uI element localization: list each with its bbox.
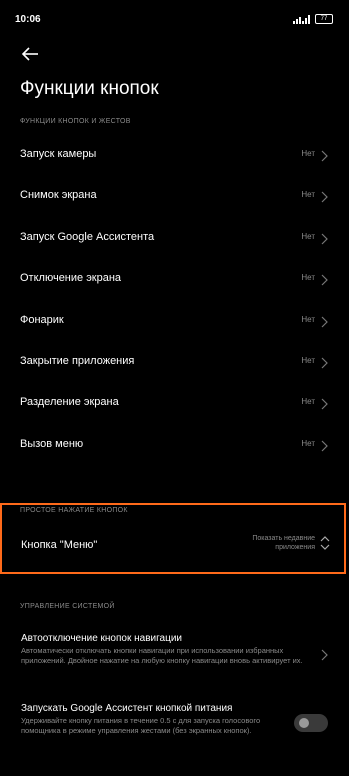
chevron-right-icon xyxy=(321,398,328,410)
chevron-right-icon xyxy=(321,649,328,661)
auto-disable-description: Автоматически отключать кнопки навигации… xyxy=(21,646,303,665)
setting-label: Закрытие приложения xyxy=(20,355,135,367)
setting-row-split-screen[interactable]: Разделение экрана Нет xyxy=(0,384,349,424)
chevron-right-icon xyxy=(321,440,328,452)
setting-label: Фонарик xyxy=(20,314,64,326)
setting-label: Запуск камеры xyxy=(20,148,97,160)
menu-button-label: Кнопка "Меню" xyxy=(21,539,98,551)
toggle-knob xyxy=(299,718,309,728)
setting-row-camera[interactable]: Запуск камеры Нет xyxy=(0,136,349,176)
setting-value: Нет xyxy=(301,356,315,365)
chevron-right-icon xyxy=(321,233,328,245)
chevron-right-icon xyxy=(321,357,328,369)
assistant-power-description: Удерживайте кнопку питания в течение 0.5… xyxy=(21,716,261,735)
assistant-power-toggle[interactable] xyxy=(294,714,328,732)
setting-label: Вызов меню xyxy=(20,438,84,450)
setting-row-call-menu[interactable]: Вызов меню Нет xyxy=(0,426,349,466)
setting-value: Нет xyxy=(301,273,315,282)
setting-row-screen-off[interactable]: Отключение экрана Нет xyxy=(0,260,349,300)
chevron-right-icon xyxy=(321,274,328,286)
setting-label: Разделение экрана xyxy=(20,396,119,408)
section-header-simple-press: ПРОСТОЕ НАЖАТИЕ КНОПОК xyxy=(20,507,128,514)
page-title: Функции кнопок xyxy=(20,78,159,99)
setting-label: Запуск Google Ассистента xyxy=(20,231,155,243)
battery-icon: 77 xyxy=(315,14,333,24)
setting-value: Нет xyxy=(301,439,315,448)
status-bar: 10:06 77 xyxy=(0,0,349,40)
setting-value: Нет xyxy=(301,149,315,158)
back-arrow-icon[interactable] xyxy=(20,44,40,64)
dropdown-arrows-icon xyxy=(320,536,330,550)
setting-row-close-app[interactable]: Закрытие приложения Нет xyxy=(0,343,349,383)
chevron-right-icon xyxy=(321,191,328,203)
assistant-power-title: Запускать Google Ассистент кнопкой питан… xyxy=(21,703,233,714)
setting-label: Снимок экрана xyxy=(20,189,97,201)
setting-value: Нет xyxy=(301,232,315,241)
setting-value: Нет xyxy=(301,190,315,199)
status-icons: 77 xyxy=(293,14,333,24)
auto-disable-title: Автоотключение кнопок навигации xyxy=(21,633,182,644)
setting-row-flashlight[interactable]: Фонарик Нет xyxy=(0,302,349,342)
signal-icon xyxy=(293,14,310,24)
setting-row-google-assistant[interactable]: Запуск Google Ассистента Нет xyxy=(0,219,349,259)
setting-value: Нет xyxy=(301,315,315,324)
setting-label: Отключение экрана xyxy=(20,272,122,284)
status-time: 10:06 xyxy=(15,14,41,25)
chevron-right-icon xyxy=(321,150,328,162)
section-header-system: УПРАВЛЕНИЕ СИСТЕМОЙ xyxy=(20,603,115,610)
chevron-right-icon xyxy=(321,316,328,328)
setting-row-screenshot[interactable]: Снимок экрана Нет xyxy=(0,177,349,217)
setting-value: Нет xyxy=(301,397,315,406)
section-header-gestures: ФУНКЦИИ КНОПОК И ЖЕСТОВ xyxy=(20,118,131,125)
menu-button-value: Показать недавние приложения xyxy=(252,535,315,551)
